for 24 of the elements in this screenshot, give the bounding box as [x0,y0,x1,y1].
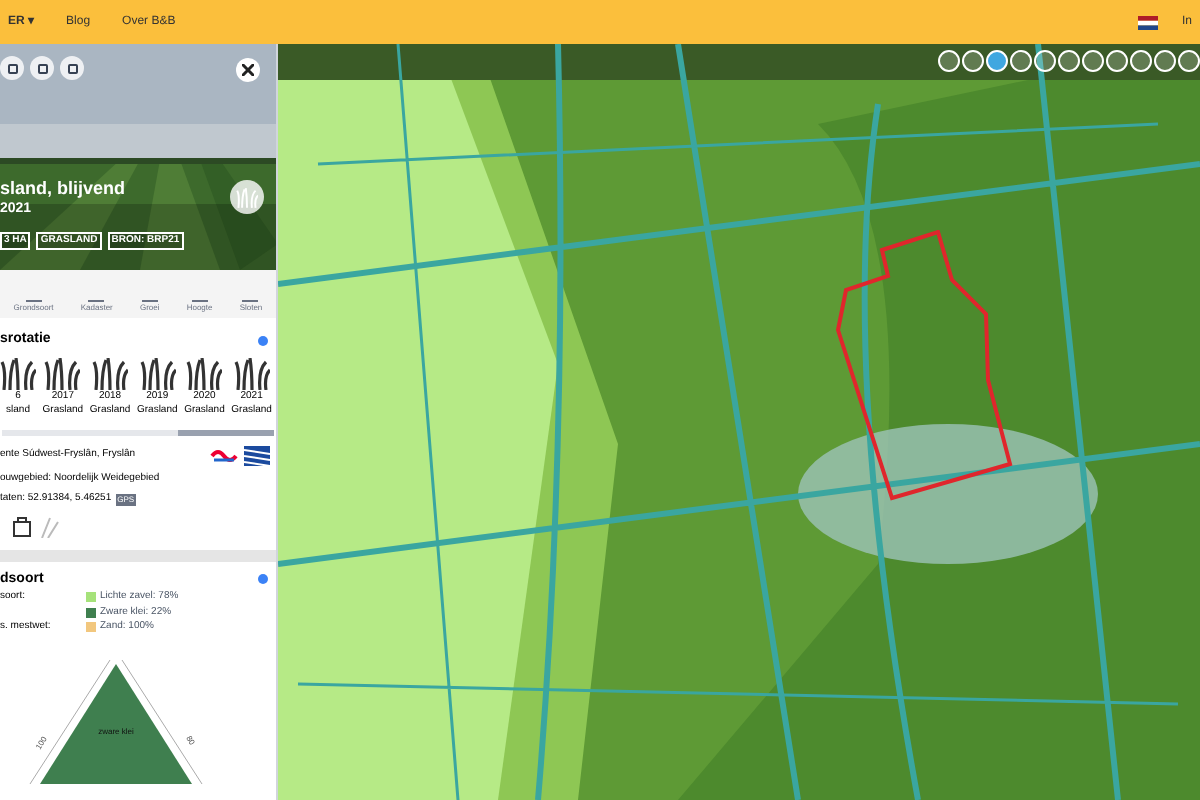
grass-icon [139,357,176,389]
map-tool-button[interactable] [1130,50,1152,72]
bag-icon [12,515,32,537]
map-tool-button[interactable] [962,50,984,72]
grass-icon [0,357,36,389]
info-icon[interactable] [258,335,268,346]
logo-icon [210,445,238,465]
grass-icon [233,357,270,389]
grass-sketch-icon [40,515,60,537]
map-tool-button[interactable] [1034,50,1056,72]
map-tool-button[interactable] [938,50,960,72]
map-tool-button[interactable] [1106,50,1128,72]
provincial-flag-icon [244,445,270,465]
map-tool-button[interactable] [1154,50,1176,72]
info-icon[interactable] [258,574,268,585]
grass-icon [44,357,81,389]
map-tool-button[interactable] [1082,50,1104,72]
scrollbar[interactable] [2,429,274,435]
map-tool-button[interactable] [1178,50,1200,72]
map-tool-button[interactable] [1010,50,1032,72]
map-tool-button[interactable] [1058,50,1080,72]
grass-icon [186,357,223,389]
grass-icon [92,357,129,389]
flag-icon[interactable] [1137,15,1158,29]
